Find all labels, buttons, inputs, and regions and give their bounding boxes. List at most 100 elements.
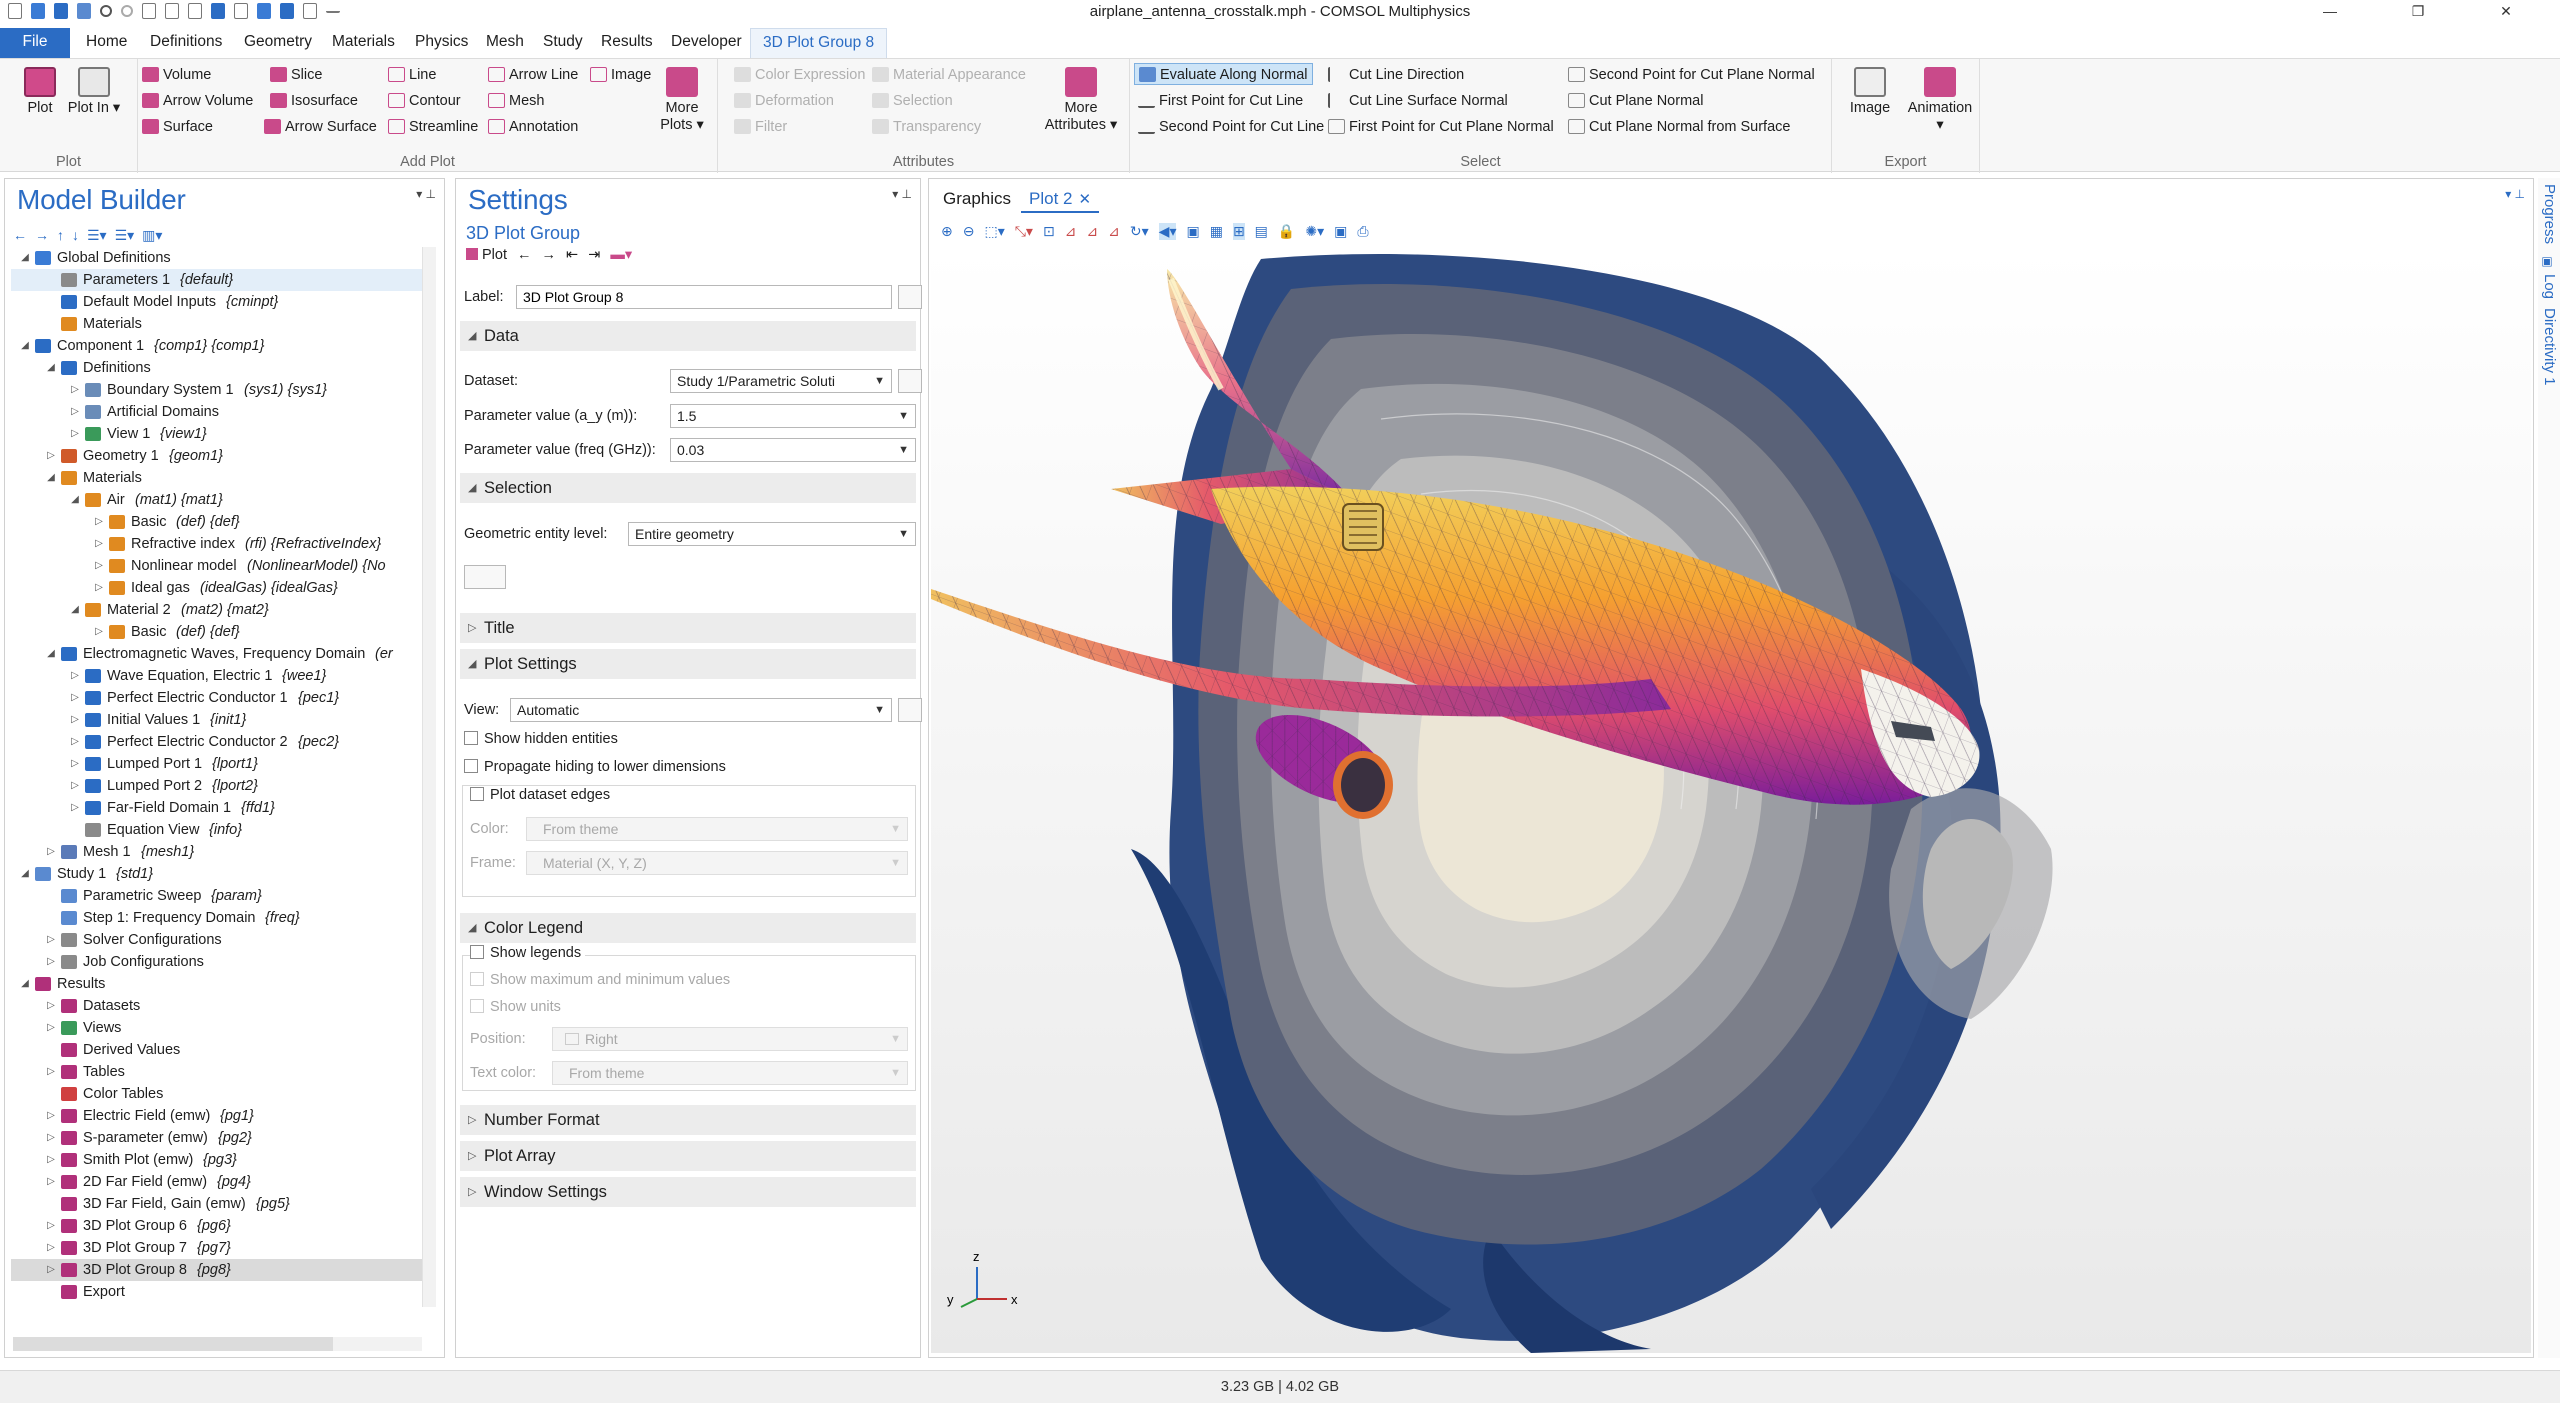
tab-definitions[interactable]: Definitions [150, 28, 222, 58]
expand-arrow-icon[interactable]: ▷ [45, 1127, 57, 1149]
tree-node[interactable]: ▷ Smith Plot (emw) {pg3} [11, 1149, 423, 1171]
second-point-cut-line-button[interactable]: Second Point for Cut Line [1138, 116, 1324, 138]
deformation-button[interactable]: Deformation [734, 90, 834, 112]
label-input[interactable] [516, 285, 892, 309]
view-goto-button[interactable] [898, 698, 922, 722]
tree-node[interactable]: ▷ Ideal gas (idealGas) {idealGas} [11, 577, 423, 599]
tree-node[interactable]: ▷ Nonlinear model (NonlinearModel) {No [11, 555, 423, 577]
tree-node[interactable]: ▷ Wave Equation, Electric 1 {wee1} [11, 665, 423, 687]
last-icon[interactable]: ⇥ [588, 247, 600, 263]
tree-node[interactable]: Default Model Inputs {cminpt} [11, 291, 423, 313]
cut-plane-normal-button[interactable]: Cut Plane Normal [1568, 90, 1703, 112]
tree-node[interactable]: Derived Values [11, 1039, 423, 1061]
tab-geometry[interactable]: Geometry [244, 28, 312, 58]
expand-arrow-icon[interactable]: ▷ [93, 511, 105, 533]
tree-horizontal-scrollbar[interactable] [13, 1337, 422, 1351]
expand-arrow-icon[interactable]: ▷ [93, 533, 105, 555]
tree-node[interactable]: ▷ Basic (def) {def} [11, 621, 423, 643]
tree-node[interactable]: Materials [11, 313, 423, 335]
checkbox-box[interactable] [470, 787, 484, 801]
expand-arrow-icon[interactable]: ▷ [45, 995, 57, 1017]
tree-node[interactable]: Parametric Sweep {param} [11, 885, 423, 907]
expand-arrow-icon[interactable]: ▷ [45, 1105, 57, 1127]
checkbox-box[interactable] [464, 759, 478, 773]
expand-arrow-icon[interactable]: ▷ [45, 951, 57, 973]
expand-sections-icon[interactable]: ☰▾ [115, 227, 135, 249]
cut-line-surface-normal-button[interactable]: Cut Line Surface Normal [1328, 90, 1508, 112]
tab-log[interactable]: Log [2541, 274, 2558, 299]
previous-icon[interactable]: ← [517, 247, 532, 263]
move-down-icon[interactable]: ↓ [72, 227, 79, 249]
tree-node[interactable]: ▷ Perfect Electric Conductor 1 {pec1} [11, 687, 423, 709]
expand-arrow-icon[interactable]: ▷ [69, 709, 81, 731]
expand-arrow-icon[interactable]: ▷ [93, 577, 105, 599]
airplane-field-plot[interactable]: z x y [931, 249, 2531, 1353]
tree-node[interactable]: 3D Far Field, Gain (emw) {pg5} [11, 1193, 423, 1215]
tree-node[interactable]: ◢ Air (mat1) {mat1} [11, 489, 423, 511]
material-appearance-button[interactable]: Material Appearance [872, 64, 1026, 86]
show-units-checkbox[interactable]: Show units [470, 999, 561, 1015]
expand-arrow-icon[interactable]: ▷ [45, 1237, 57, 1259]
collapse-arrow-icon[interactable]: ◢ [19, 335, 31, 357]
checkbox-box[interactable] [470, 945, 484, 959]
collapse-arrow-icon[interactable]: ◢ [45, 357, 57, 379]
minimize-button[interactable]: — [2286, 0, 2374, 24]
tree-node[interactable]: ◢ Global Definitions [11, 247, 423, 269]
param-freq-select[interactable]: 0.03 ▼ [670, 438, 916, 462]
show-legends-checkbox[interactable]: Show legends [470, 945, 586, 961]
plot-dataset-edges-checkbox[interactable]: Plot dataset edges [470, 787, 615, 803]
clear-selection-icon[interactable]: ▤ [1255, 223, 1268, 240]
tree-node[interactable]: ◢ Material 2 (mat2) {mat2} [11, 599, 423, 621]
expand-arrow-icon[interactable]: ▷ [93, 621, 105, 643]
split-view-icon[interactable]: ▥▾ [142, 227, 162, 249]
section-number-format[interactable]: ▷ Number Format [460, 1105, 916, 1135]
arrow-volume-button[interactable]: Arrow Volume [142, 90, 253, 112]
image-plot-button[interactable]: Image [590, 64, 651, 86]
expand-arrow-icon[interactable]: ▷ [69, 687, 81, 709]
expand-arrow-icon[interactable]: ▷ [45, 1259, 57, 1281]
first-icon[interactable]: ⇤ [566, 247, 578, 263]
rotate-icon[interactable]: ↻▾ [1130, 223, 1149, 240]
tree-node[interactable]: Parameters 1 {default} [11, 269, 423, 291]
tree-node[interactable]: ▷ Far-Field Domain 1 {ffd1} [11, 797, 423, 819]
isosurface-button[interactable]: Isosurface [270, 90, 358, 112]
messages-icon[interactable]: ▣ [2540, 254, 2554, 268]
first-point-cut-line-button[interactable]: First Point for Cut Line [1138, 90, 1303, 112]
tree-node[interactable]: ▷ Views [11, 1017, 423, 1039]
tab-plot-2[interactable]: Plot 2 ✕ [1021, 185, 1100, 213]
expand-arrow-icon[interactable]: ▷ [45, 445, 57, 467]
tree-node[interactable]: ◢ Definitions [11, 357, 423, 379]
tree-node[interactable]: ▷ 2D Far Field (emw) {pg4} [11, 1171, 423, 1193]
view-zx-icon[interactable]: ⊿ [1108, 223, 1120, 240]
tree-node[interactable]: ◢ Results [11, 973, 423, 995]
view-xy-icon[interactable]: ⊿ [1065, 223, 1077, 240]
tab-results[interactable]: Results [601, 28, 653, 58]
move-up-icon[interactable]: ↑ [57, 227, 64, 249]
annotation-button[interactable]: Annotation [488, 116, 578, 138]
tree-node[interactable]: Export [11, 1281, 423, 1303]
tree-node[interactable]: ▷ Initial Values 1 {init1} [11, 709, 423, 731]
section-title[interactable]: ▷ Title [460, 613, 916, 643]
tree-node[interactable]: ▷ Lumped Port 2 {lport2} [11, 775, 423, 797]
transparency-button[interactable]: Transparency [872, 116, 981, 138]
restore-button[interactable]: ❐ [2374, 0, 2462, 24]
close-tab-icon[interactable]: ✕ [1078, 191, 1091, 208]
expand-arrow-icon[interactable]: ▷ [45, 841, 57, 863]
settings-plot-button[interactable]: Plot [466, 247, 507, 263]
tree-node[interactable]: Color Tables [11, 1083, 423, 1105]
collapse-arrow-icon[interactable]: ◢ [69, 599, 81, 621]
first-point-cut-plane-normal-button[interactable]: First Point for Cut Plane Normal [1328, 116, 1554, 138]
collapse-arrow-icon[interactable]: ◢ [45, 643, 57, 665]
deselect-icon[interactable]: ▦ [1210, 223, 1223, 240]
tree-node[interactable]: ▷ Lumped Port 1 {lport1} [11, 753, 423, 775]
tab-materials[interactable]: Materials [332, 28, 395, 58]
selection-toggle-button[interactable] [464, 565, 506, 589]
label-reset-button[interactable] [898, 285, 922, 309]
tree-node[interactable]: ▷ Electric Field (emw) {pg1} [11, 1105, 423, 1127]
more-plots-button[interactable]: More Plots ▾ [654, 67, 710, 134]
tab-3d-plot-group[interactable]: 3D Plot Group 8 [750, 28, 888, 58]
geom-entity-select[interactable]: Entire geometry ▼ [628, 522, 916, 546]
text-color-select[interactable]: From theme ▼ [552, 1061, 908, 1085]
expand-arrow-icon[interactable]: ▷ [69, 401, 81, 423]
show-more-options-icon[interactable]: ☰▾ [87, 227, 107, 249]
